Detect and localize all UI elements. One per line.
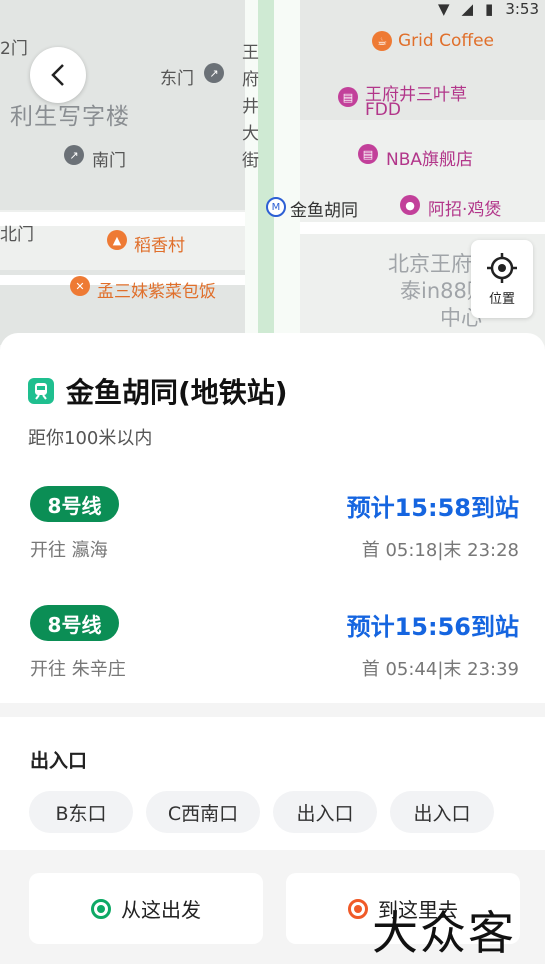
station-distance: 距你100米以内 xyxy=(28,428,153,449)
start-point-icon xyxy=(91,898,111,919)
map-road xyxy=(0,212,245,226)
locate-label: 位置 xyxy=(488,291,515,307)
line-direction: 开往 瀛海 xyxy=(30,540,108,561)
exits-section: 出入口 B东口 C西南口 出入口 出入口 xyxy=(0,717,545,850)
locate-button[interactable]: 位置 xyxy=(471,240,533,318)
watermark: 大众客 xyxy=(372,906,516,960)
map-label: 阿招·鸡煲 xyxy=(428,200,502,220)
status-bar: ▼ ◢ ▮ 3:53 xyxy=(438,0,539,18)
line-eta: 预计15:56到站 xyxy=(346,613,519,641)
restaurant-icon: ✕ xyxy=(70,276,90,296)
status-time: 3:53 xyxy=(505,0,539,18)
line-direction: 开往 朱辛庄 xyxy=(30,659,126,680)
wifi-icon: ▼ xyxy=(437,0,450,18)
map-label: 利生写字楼 xyxy=(10,104,130,130)
line-badge: 8号线 xyxy=(30,605,119,641)
signal-icon: ◢ xyxy=(461,0,474,18)
line-badge: 8号线 xyxy=(30,486,119,522)
line-eta: 预计15:58到站 xyxy=(346,494,519,522)
map-label: 孟三妹紫菜包饭 xyxy=(97,282,216,302)
subway-station-icon: M xyxy=(266,197,286,217)
food-icon: ● xyxy=(400,195,420,215)
back-button[interactable] xyxy=(30,47,86,103)
entrance-icon: ↗ xyxy=(204,63,224,83)
map-label: FDD xyxy=(365,100,401,120)
line-row[interactable]: 8号线 开往 朱辛庄 预计15:56到站 首 05:44|末 23:39 xyxy=(0,605,545,705)
station-panel: 金鱼胡同(地铁站) 距你100米以内 8号线 开往 瀛海 预计15:58到站 首… xyxy=(0,333,545,703)
map-label: NBA旗舰店 xyxy=(386,150,474,170)
station-title: 金鱼胡同(地铁站) xyxy=(28,371,288,411)
coffee-icon: ☕ xyxy=(372,31,392,51)
exits-title: 出入口 xyxy=(30,750,88,772)
subway-icon xyxy=(28,378,54,404)
shop-icon: ▤ xyxy=(358,144,378,164)
battery-icon: ▮ xyxy=(485,0,494,18)
map-view[interactable]: ▼ ◢ ▮ 3:53 2门 东门 ↗ 利生写字楼 ↗ 南门 北门 ▲ 稻香村 ✕… xyxy=(0,0,545,345)
exit-chip[interactable]: C西南口 xyxy=(146,791,260,833)
map-label: 南门 xyxy=(92,151,126,171)
station-name: 金鱼胡同(地铁站) xyxy=(66,376,288,409)
map-label: Grid Coffee xyxy=(398,31,494,51)
map-label: 金鱼胡同 xyxy=(290,201,358,221)
line-times: 首 05:44|末 23:39 xyxy=(361,659,519,680)
crosshair-icon xyxy=(487,252,517,283)
map-label: 2门 xyxy=(0,39,28,59)
street-label: 王府井大街 xyxy=(242,43,259,171)
line-row[interactable]: 8号线 开往 瀛海 预计15:58到站 首 05:18|末 23:28 xyxy=(0,486,545,586)
end-point-icon xyxy=(348,898,368,919)
chevron-left-icon xyxy=(51,64,64,86)
map-label: 东门 xyxy=(160,69,194,89)
exit-chip[interactable]: 出入口 xyxy=(273,791,377,833)
map-road xyxy=(300,222,545,234)
entrance-icon: ↗ xyxy=(64,145,84,165)
map-label: 稻香村 xyxy=(134,236,185,256)
line-times: 首 05:18|末 23:28 xyxy=(361,540,519,561)
from-here-label: 从这出发 xyxy=(121,898,201,922)
exit-chip[interactable]: B东口 xyxy=(29,791,133,833)
exit-chip[interactable]: 出入口 xyxy=(390,791,494,833)
shop-icon: ▲ xyxy=(107,230,127,250)
shop-icon: ▤ xyxy=(338,87,358,107)
from-here-button[interactable]: 从这出发 xyxy=(29,873,263,944)
map-label: 北门 xyxy=(0,225,34,245)
